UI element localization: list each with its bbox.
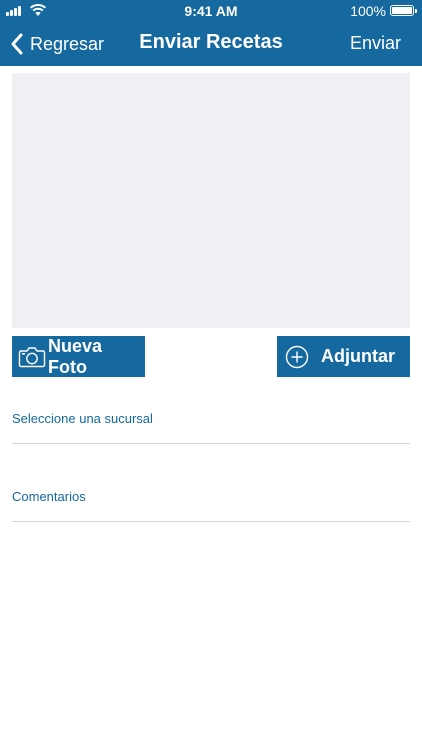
attach-button[interactable]: Adjuntar: [277, 336, 410, 377]
back-button[interactable]: Regresar: [10, 30, 104, 58]
camera-icon: [18, 346, 46, 367]
navigation-bar: Regresar Enviar Recetas Enviar: [0, 22, 422, 66]
new-photo-button[interactable]: Nueva Foto: [12, 336, 145, 377]
comments-placeholder: Comentarios: [12, 489, 86, 504]
comments-field[interactable]: Comentarios: [12, 478, 410, 522]
battery-icon: [390, 5, 417, 16]
new-photo-label: Nueva Foto: [48, 335, 103, 377]
send-button[interactable]: Enviar: [350, 33, 401, 54]
photo-preview: [12, 73, 410, 328]
branch-select-placeholder: Seleccione una sucursal: [12, 411, 153, 426]
status-bar: 9:41 AM 100%: [0, 0, 422, 22]
chevron-left-icon: [11, 33, 23, 55]
app-header: 9:41 AM 100% Regresar Enviar Recetas Env…: [0, 0, 422, 66]
battery-fill: [392, 7, 412, 14]
plus-circle-icon: [285, 345, 309, 368]
back-label: Regresar: [30, 33, 105, 54]
attach-label: Adjuntar: [321, 346, 395, 366]
branch-select[interactable]: Seleccione una sucursal: [12, 400, 410, 444]
battery-percent: 100%: [350, 3, 386, 19]
